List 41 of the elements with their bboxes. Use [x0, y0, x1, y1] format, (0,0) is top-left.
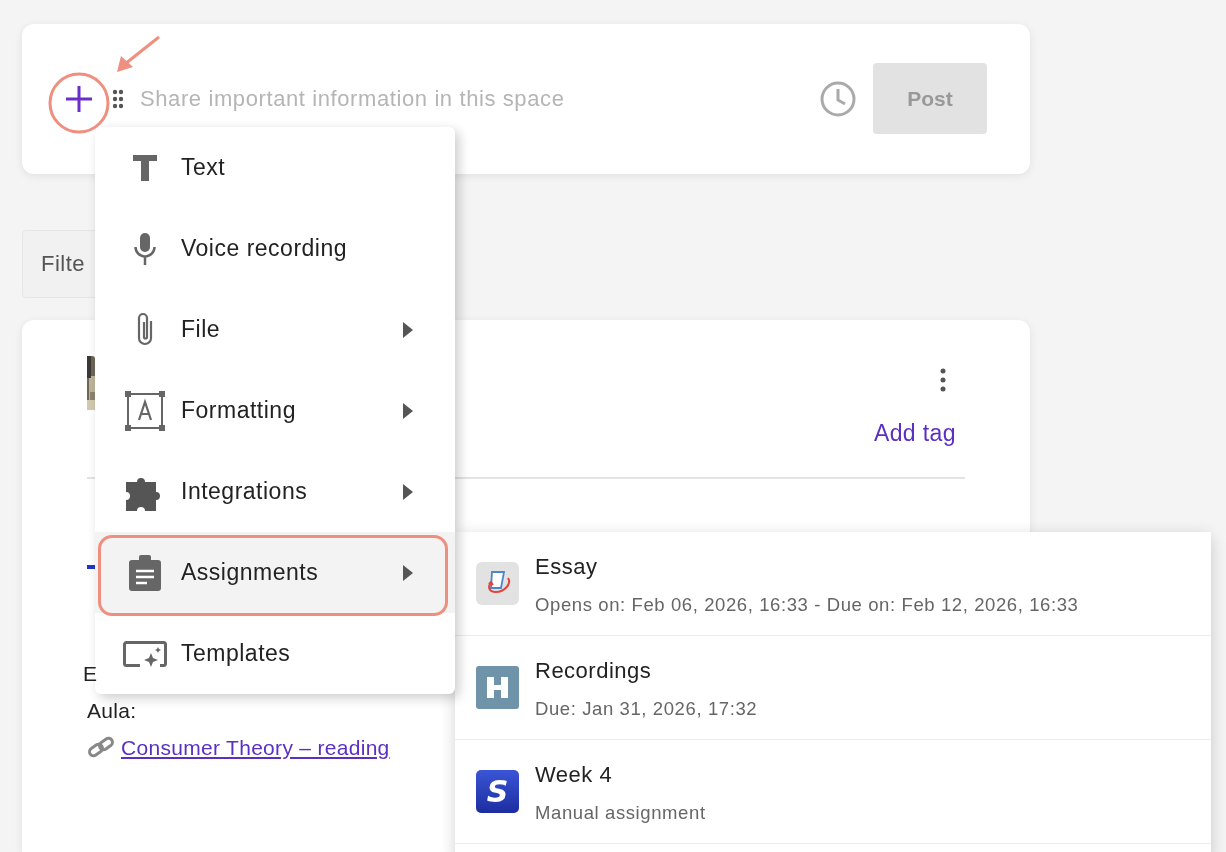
assignment-title: Recordings [535, 658, 653, 684]
submenu-arrow-icon [403, 483, 413, 500]
reading-link[interactable]: Consumer Theory – reading [121, 728, 390, 766]
menu-item[interactable]: Assignments [95, 532, 455, 613]
assignment-dates: Manual assignment [535, 802, 706, 824]
pointer-arrow [117, 35, 160, 72]
link-icon [87, 736, 115, 759]
post-text: E [83, 660, 98, 687]
bars-logo-icon [476, 666, 519, 709]
assignment-title: Week 4 [535, 762, 614, 788]
more-options-icon[interactable] [940, 367, 946, 392]
assignment-dates: Due: Jan 31, 2026, 17:32 [535, 698, 758, 720]
menu-item[interactable]: Templates [95, 613, 455, 694]
drag-handle-icon[interactable] [112, 88, 124, 109]
clipboard-icon [129, 554, 161, 591]
menu-item[interactable]: Voice recording [95, 208, 455, 289]
menu-item[interactable]: Integrations [95, 451, 455, 532]
text-box-icon [125, 390, 165, 431]
menu-item[interactable]: Formatting [95, 370, 455, 451]
sparkle-window-icon [123, 640, 167, 667]
plus-icon [64, 83, 94, 114]
document-swirl-icon [476, 562, 519, 605]
submenu-arrow-icon [403, 321, 413, 338]
post-text: Aula: [87, 697, 137, 724]
assignment-item[interactable]: S Week 4 Manual assignment [455, 740, 1211, 844]
assignment-title: Essay [535, 554, 599, 580]
app-logo-icon: S [476, 770, 519, 813]
menu-item[interactable]: Text [95, 127, 455, 208]
paperclip-icon [135, 311, 155, 348]
add-tag-link[interactable]: Add tag [873, 419, 956, 447]
message-field[interactable]: Share important information in this space [138, 84, 819, 113]
accent-mark [87, 564, 95, 569]
menu-item[interactable]: File [95, 289, 455, 370]
assignment-item[interactable]: Recordings Due: Jan 31, 2026, 17:32 [455, 636, 1211, 740]
submenu-arrow-icon [403, 402, 413, 419]
submenu-arrow-icon [403, 564, 413, 581]
filter-label[interactable]: Filte [41, 250, 86, 277]
assignment-item[interactable]: Essay Opens on: Feb 06, 2026, 16:33 - Due on: Feb 12, 2026, 16:33 [455, 532, 1211, 636]
microphone-icon [134, 232, 156, 265]
text-icon [133, 154, 157, 181]
assignment-dates: Opens on: Feb 06, 2026, 16:33 - Due on: Feb 12, 2026, 16:33 [535, 594, 1079, 616]
